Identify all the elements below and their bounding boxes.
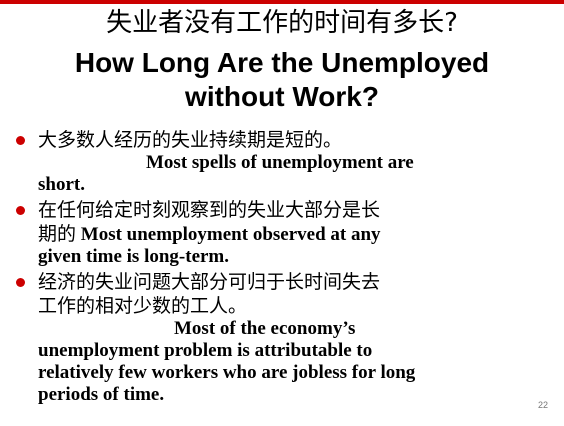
bullet-3-chinese-line-2: 工作的相对少数的工人。: [38, 295, 248, 317]
bullet-2-mixed-line: 期的 Most unemployment observed at any: [38, 222, 534, 246]
bullet-1-english-line-2: short.: [38, 174, 85, 195]
title-english-line-1: How Long Are the Unemployed: [74, 47, 490, 78]
title-chinese: 失业者没有工作的时间有多长?: [106, 8, 458, 38]
bullet-dot-icon: [16, 206, 25, 215]
bullet-item-2: 在任何给定时刻观察到的失业大部分是长 期的 Most unemployment …: [14, 198, 534, 268]
bullet-2-chinese-line-1: 在任何给定时刻观察到的失业大部分是长: [38, 199, 381, 221]
top-rule: [0, 0, 564, 4]
bullet-3-english-line-1: Most of the economy’s: [174, 318, 356, 339]
bullet-2-english-inline: Most unemployment observed at any: [76, 224, 381, 245]
bullet-2-english-line-2: given time is long-term.: [38, 246, 230, 267]
bullet-3-english-line-4: periods of time.: [38, 384, 165, 405]
slide-number: 22: [537, 400, 548, 410]
title-english-line-2: without Work?: [185, 81, 379, 112]
bullet-3-chinese-line-1: 经济的失业问题大部分可归于长时间失去: [38, 271, 381, 293]
bullet-1-chinese: 大多数人经历的失业持续期是短的。: [38, 129, 343, 151]
bullet-item-1: 大多数人经历的失业持续期是短的。 Most spells of unemploy…: [14, 128, 534, 196]
bullet-1-english-line-1: Most spells of unemployment are: [146, 152, 414, 173]
bullet-dot-icon: [16, 136, 25, 145]
bullet-dot-icon: [16, 278, 25, 287]
bullet-3-english-line-2: unemployment problem is attributable to: [38, 340, 373, 361]
bullet-list: 大多数人经历的失业持续期是短的。 Most spells of unemploy…: [14, 128, 534, 408]
bullet-item-3: 经济的失业问题大部分可归于长时间失去 工作的相对少数的工人。 Most of t…: [14, 270, 534, 406]
bullet-2-chinese-line-2: 期的: [38, 223, 77, 245]
slide-title: 失业者没有工作的时间有多长? How Long Are the Unemploy…: [0, 6, 564, 114]
bullet-3-english-line-3: relatively few workers who are jobless f…: [38, 362, 416, 383]
